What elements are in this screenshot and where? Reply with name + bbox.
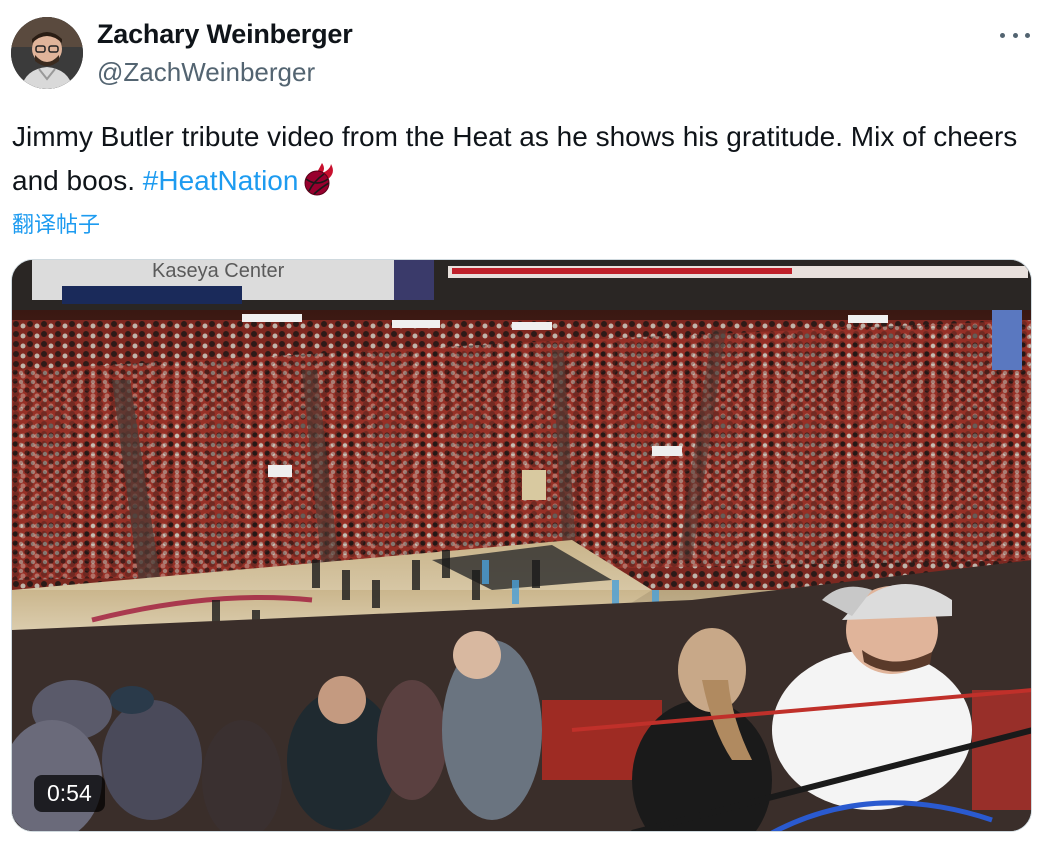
video-duration-badge: 0:54 [34,775,105,812]
translate-post-link[interactable]: 翻译帖子 [12,207,100,239]
more-options-icon[interactable] [1000,22,1030,48]
arena-video-frame: Kaseya Center [12,260,1031,831]
author-handle[interactable]: @ZachWeinberger [97,57,315,88]
author-avatar[interactable] [11,17,83,89]
arena-sign-text: Kaseya Center [152,260,285,282]
profile-photo-icon [11,17,83,89]
basketball-flame-icon [304,163,334,196]
tweet-text: Jimmy Butler tribute video from the Heat… [12,115,1022,203]
tweet-card: Zachary Weinberger @ZachWeinberger Jimmy… [0,0,1048,855]
video-player[interactable]: Kaseya Center 0:54 [11,259,1032,832]
author-name[interactable]: Zachary Weinberger [97,19,353,50]
hashtag-link[interactable]: #HeatNation [143,165,299,196]
